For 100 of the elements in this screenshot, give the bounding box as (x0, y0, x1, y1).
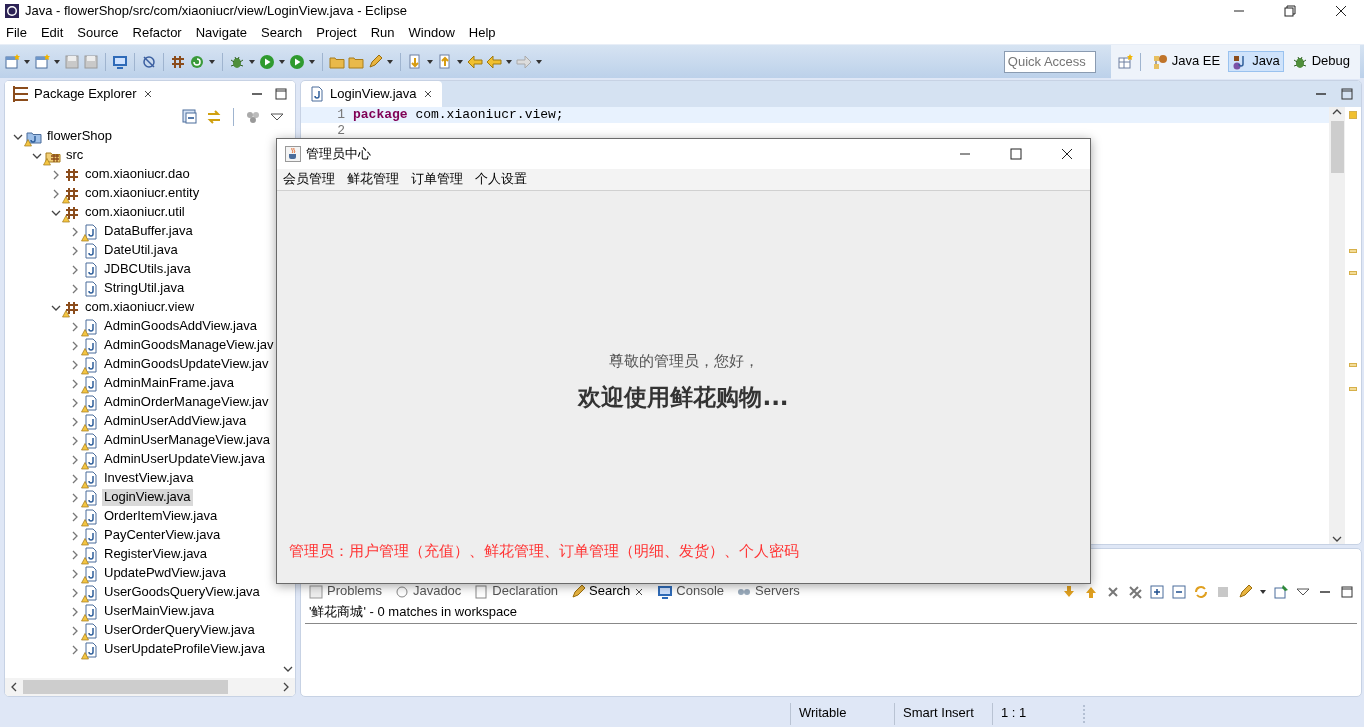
open-perspective-icon[interactable] (1116, 53, 1133, 70)
scrollbar-thumb[interactable] (23, 680, 228, 694)
expand-chevron-icon[interactable] (70, 511, 80, 522)
tree-item[interactable]: AdminGoodsUpdateView.jav (102, 356, 271, 373)
menu-item[interactable]: Source (77, 24, 119, 42)
no-entry-icon[interactable] (141, 53, 157, 70)
expand-chevron-icon[interactable] (70, 397, 80, 408)
package-icon[interactable] (170, 53, 186, 70)
expand-chevron-icon[interactable] (70, 492, 80, 503)
expand-chevron-icon[interactable] (70, 340, 80, 351)
tree-item[interactable]: com.xiaoniucr.entity (83, 185, 202, 202)
collapse-all-icon[interactable] (1171, 583, 1187, 600)
caret-icon[interactable] (248, 57, 256, 66)
menu-item[interactable]: Refactor (132, 24, 182, 42)
tree-item[interactable]: UserMainView.java (102, 603, 217, 620)
caret-icon[interactable] (53, 57, 61, 66)
caret-icon[interactable] (23, 57, 31, 66)
tree-item[interactable]: AdminGoodsManageView.jav (102, 337, 276, 354)
tree-item[interactable]: AdminOrderManageView.jav (102, 394, 271, 411)
maximize-icon[interactable] (1339, 583, 1355, 600)
restore-icon[interactable] (1282, 3, 1298, 19)
menu-item[interactable]: Help (468, 24, 496, 42)
expand-chevron-icon[interactable] (70, 435, 80, 446)
tree-item[interactable]: com.xiaoniucr.view (83, 299, 197, 316)
quick-access-field[interactable]: Quick Access (1003, 50, 1096, 73)
caret-icon[interactable] (386, 57, 394, 66)
menu-item[interactable]: Navigate (195, 24, 247, 42)
tree-item[interactable]: DataBuffer.java (102, 223, 195, 240)
menu-item[interactable]: File (6, 24, 27, 42)
expand-chevron-icon[interactable] (70, 378, 80, 389)
perspective-button[interactable]: Java (1228, 51, 1284, 72)
remove-all-icon[interactable] (1127, 583, 1143, 600)
expand-chevron-icon[interactable] (70, 625, 80, 636)
perspective-button[interactable]: Java EE (1147, 51, 1225, 72)
tree-item[interactable]: AdminUserManageView.java (102, 432, 272, 449)
caret-icon[interactable] (208, 57, 216, 66)
menu-item[interactable]: Search (261, 24, 303, 42)
tree-item[interactable]: UserGoodsQueryView.java (102, 584, 262, 601)
expand-chevron-icon[interactable] (70, 587, 80, 598)
tree-item[interactable]: RegisterView.java (102, 546, 210, 563)
scroll-right-icon[interactable] (281, 682, 291, 692)
tree-item[interactable]: DateUtil.java (102, 242, 180, 259)
expand-chevron-icon[interactable] (70, 283, 80, 294)
tree-item[interactable]: JDBCUtils.java (102, 261, 193, 278)
expand-chevron-icon[interactable] (70, 321, 80, 332)
close-icon[interactable] (1059, 146, 1075, 162)
maximize-icon[interactable] (1339, 86, 1355, 102)
tree-item[interactable]: AdminGoodsAddView.java (102, 318, 259, 335)
expand-chevron-icon[interactable] (70, 454, 80, 465)
tree-item[interactable]: com.xiaoniucr.dao (83, 166, 192, 183)
expand-chevron-icon[interactable] (70, 416, 80, 427)
tree-item[interactable]: UserUpdateProfileView.java (102, 641, 267, 658)
run-icon[interactable] (259, 53, 275, 70)
expand-chevron-icon[interactable] (70, 226, 80, 237)
expand-chevron-icon[interactable] (70, 359, 80, 370)
tree-item[interactable]: StringUtil.java (102, 280, 187, 297)
expand-chevron-icon[interactable] (70, 473, 80, 484)
caret-icon[interactable] (505, 57, 513, 66)
menu-item[interactable]: 会员管理 (283, 171, 335, 188)
tree-item[interactable]: OrderItemView.java (102, 508, 220, 525)
tree-item[interactable]: flowerShop (45, 128, 115, 145)
expand-chevron-icon[interactable] (70, 530, 80, 541)
expand-chevron-icon[interactable] (70, 549, 80, 560)
tree-item[interactable]: LoginView.java (102, 489, 193, 506)
tree-item[interactable]: AdminUserUpdateView.java (102, 451, 267, 468)
expand-chevron-icon[interactable] (70, 245, 80, 256)
menu-item[interactable]: Run (370, 24, 395, 42)
caret-icon[interactable] (1259, 587, 1267, 596)
maximize-icon[interactable] (273, 86, 289, 102)
panel-tab[interactable]: Declaration (470, 583, 562, 600)
tree-item[interactable]: PayCenterView.java (102, 527, 223, 544)
panel-tab[interactable]: Javadoc (390, 583, 465, 600)
filter-icon[interactable] (245, 109, 261, 125)
scroll-down-icon[interactable] (1332, 534, 1342, 544)
expand-chevron-icon[interactable] (70, 568, 80, 579)
tree-item[interactable]: UpdatePwdView.java (102, 565, 228, 582)
menu-item[interactable]: 个人设置 (475, 171, 527, 188)
monitor-icon[interactable] (112, 53, 128, 70)
tree-item[interactable]: InvestView.java (102, 470, 196, 487)
editor-tab[interactable]: LoginView.java (301, 81, 442, 107)
expand-chevron-icon[interactable] (70, 264, 80, 275)
tree-item[interactable]: com.xiaoniucr.util (83, 204, 187, 221)
run-icon[interactable] (289, 53, 305, 70)
caret-icon[interactable] (426, 57, 434, 66)
caret-icon[interactable] (278, 57, 286, 66)
link-arrows-icon[interactable] (206, 109, 222, 125)
tree-item[interactable]: src (64, 147, 86, 164)
panel-tab[interactable]: Servers (733, 583, 803, 600)
menu-item[interactable]: Window (408, 24, 455, 42)
expand-chevron-icon[interactable] (70, 644, 80, 655)
tree-item[interactable]: UserOrderQueryView.java (102, 622, 257, 639)
sync-icon[interactable] (1193, 583, 1209, 600)
expand-all-icon[interactable] (1149, 583, 1165, 600)
scrollbar-thumb[interactable] (1330, 121, 1344, 173)
perspective-button[interactable]: Debug (1287, 51, 1354, 72)
tree-item[interactable]: AdminMainFrame.java (102, 375, 237, 392)
menu-item[interactable]: Project (316, 24, 357, 42)
menu-item[interactable]: 鲜花管理 (347, 171, 399, 188)
scroll-left-icon[interactable] (9, 682, 19, 692)
menu-item[interactable]: 订单管理 (411, 171, 463, 188)
